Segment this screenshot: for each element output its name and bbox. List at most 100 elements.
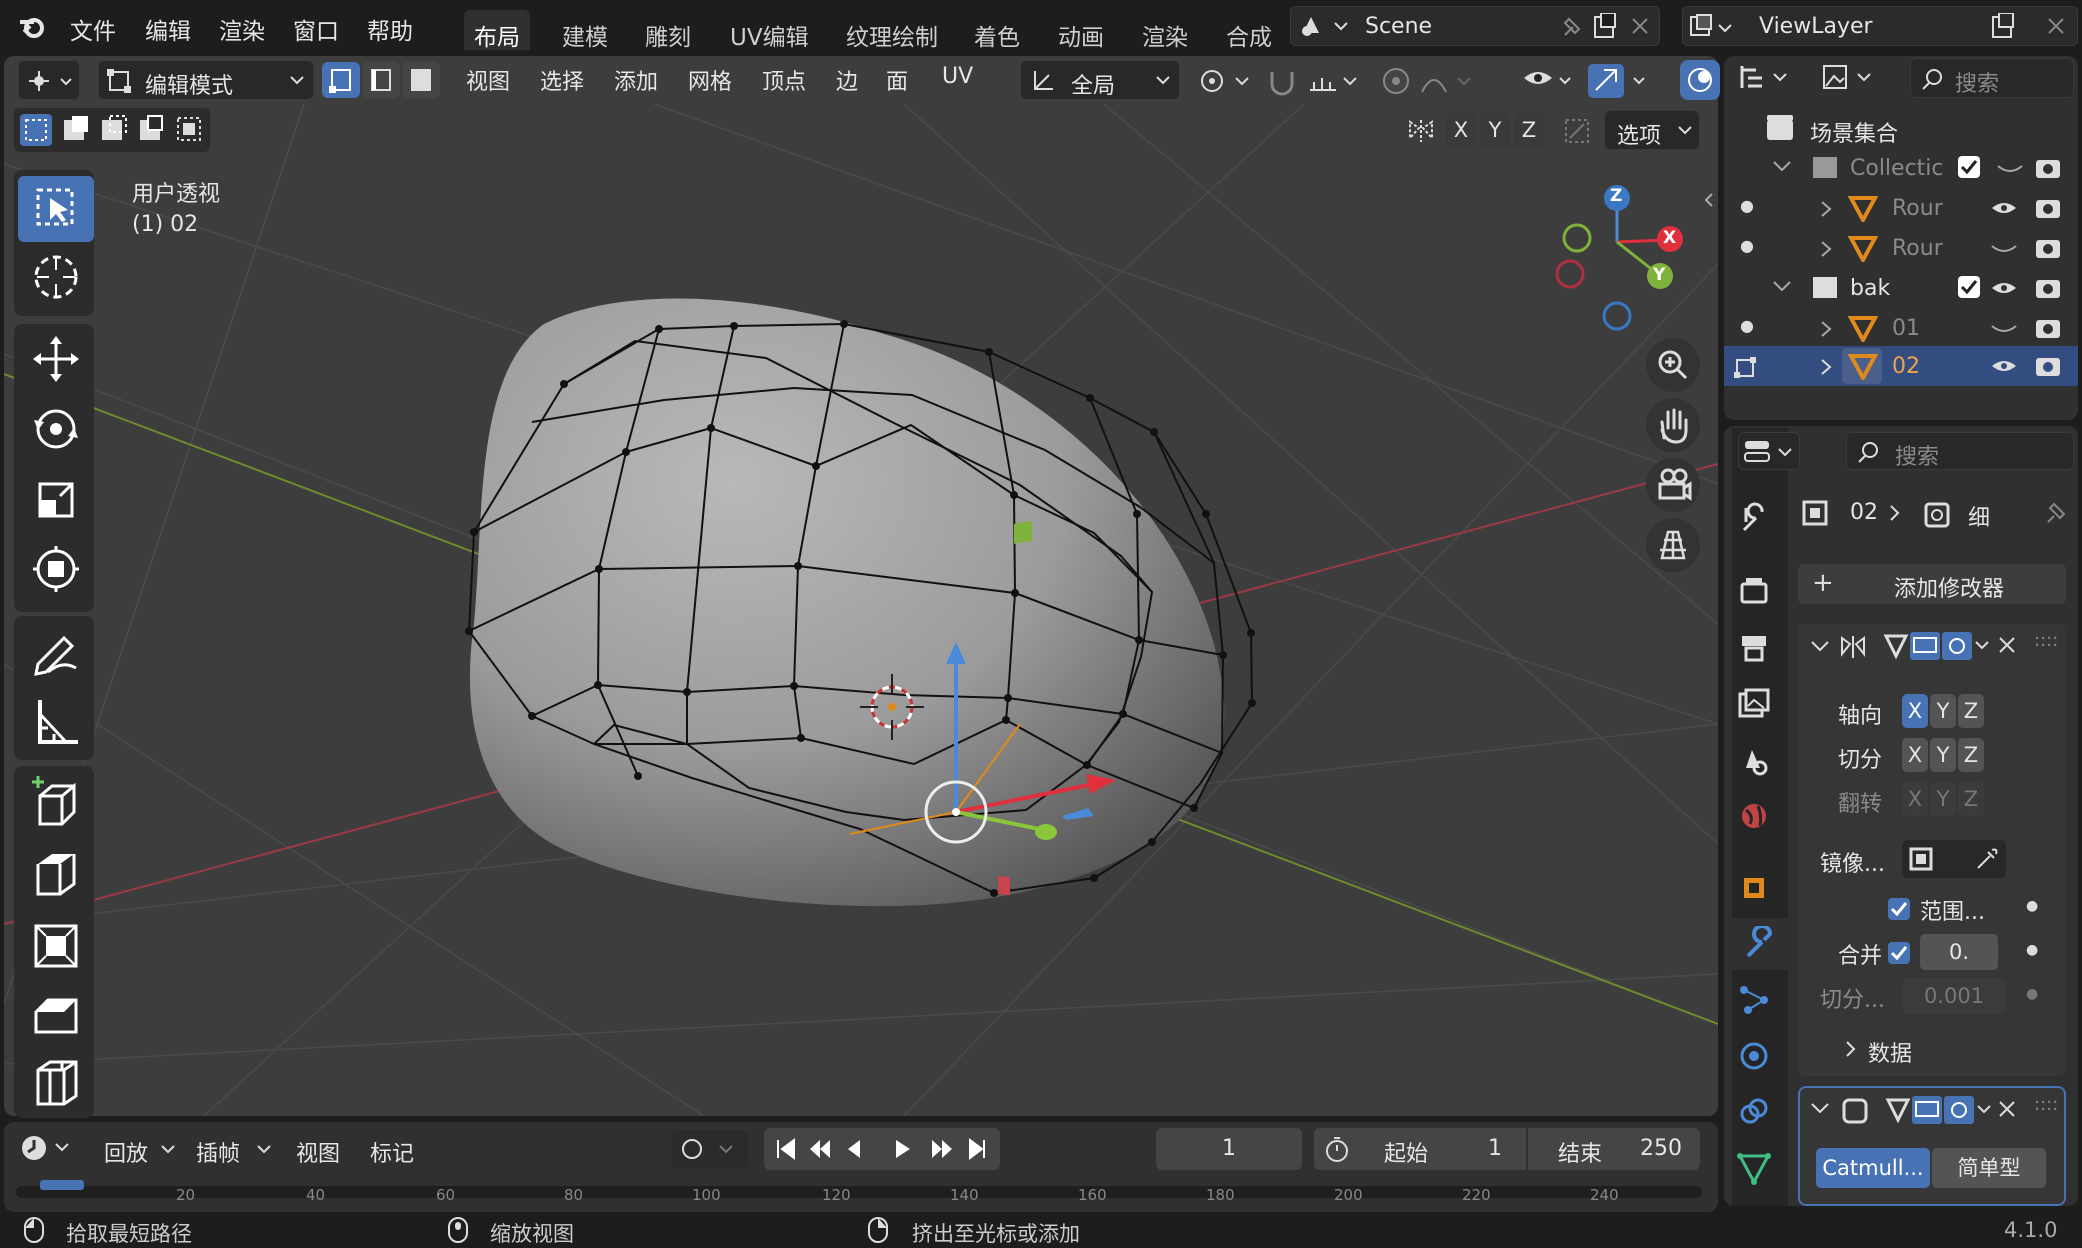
tab-animation[interactable]: 动画 (1048, 10, 1114, 51)
playhead-indicator[interactable] (40, 1180, 84, 1190)
menu-vertex[interactable]: 顶点 (762, 64, 806, 96)
flip-y-toggle[interactable]: Y (1930, 782, 1956, 816)
collection-include-checkbox[interactable] (1958, 276, 1980, 298)
outliner-filter-button[interactable] (1816, 60, 1892, 96)
extrude-tool[interactable] (18, 842, 94, 908)
bisect-x-toggle[interactable]: X (1902, 738, 1928, 772)
outliner-row-mesh[interactable]: ● Rour (1724, 228, 2078, 268)
chevron-right-icon[interactable] (1818, 358, 1834, 376)
menu-mesh[interactable]: 网格 (688, 64, 732, 96)
chevron-down-icon[interactable] (1810, 1102, 1830, 1118)
blender-logo-icon[interactable] (18, 12, 48, 42)
modifier-tab-active[interactable] (1732, 918, 1788, 970)
eye-camera-icon[interactable] (1988, 196, 2074, 220)
menu-edit[interactable]: 编辑 (145, 12, 191, 46)
editor-type-button[interactable] (18, 60, 80, 100)
tool-settings-tab-icon[interactable] (1736, 502, 1772, 538)
keyframe-dot-icon[interactable]: ● (2026, 898, 2038, 914)
output-tab-icon[interactable] (1736, 630, 1772, 666)
cursor-tool[interactable] (18, 244, 94, 310)
keying-menu[interactable]: 插帧 (188, 1130, 278, 1168)
pin-icon[interactable] (2040, 498, 2070, 528)
drag-handle-icon[interactable]: :::: (2034, 630, 2058, 651)
menu-help[interactable]: 帮助 (367, 12, 413, 46)
measure-tool[interactable] (18, 688, 94, 754)
modifier-visibility-toggles-icon[interactable] (1882, 628, 1992, 664)
add-modifier-button[interactable]: + 添加修改器 (1798, 564, 2066, 604)
edge-select-button[interactable] (362, 62, 400, 98)
menu-view[interactable]: 视图 (466, 64, 510, 96)
outliner-scene-collection[interactable]: 场景集合 (1724, 108, 2078, 148)
transform-tool[interactable] (18, 536, 94, 602)
add-cube-tool[interactable] (18, 770, 94, 836)
mirror-object-field[interactable] (1902, 840, 2006, 878)
outliner-row-collection[interactable]: bak (1724, 268, 2078, 308)
perspective-toggle-button[interactable] (1646, 518, 1700, 572)
collection-include-checkbox[interactable] (1958, 156, 1980, 178)
start-frame-value[interactable]: 1 (1488, 1136, 1502, 1161)
tab-shading[interactable]: 着色 (964, 10, 1030, 51)
outliner-row-mesh-selected[interactable]: 02 (1724, 346, 2078, 386)
move-tool[interactable] (18, 326, 94, 392)
tab-texture-paint[interactable]: 纹理绘制 (836, 10, 948, 51)
eye-camera-icon[interactable] (1988, 354, 2074, 378)
loop-cut-tool[interactable] (18, 1050, 94, 1116)
tab-sculpting[interactable]: 雕刻 (635, 10, 701, 51)
properties-search[interactable]: 搜索 (1846, 432, 2074, 470)
chevron-down-icon[interactable] (1772, 280, 1792, 296)
playback-menu[interactable]: 回放 (96, 1130, 182, 1168)
data-subpanel-label[interactable]: 数据 (1868, 1036, 1912, 1068)
timeline-ruler[interactable]: 20 40 60 80 100 120 140 160 180 200 220 … (16, 1180, 1702, 1204)
physics-tab-icon[interactable] (1736, 1038, 1772, 1074)
keyframe-dot-icon[interactable]: ● (2026, 942, 2038, 958)
navigation-gizmo[interactable] (1555, 185, 1683, 331)
scene-actions-icon[interactable] (1559, 13, 1655, 41)
simple-subdivision-button[interactable]: 简单型 (1932, 1148, 2046, 1188)
timeline-editor-type[interactable] (14, 1128, 80, 1168)
chevron-down-icon[interactable] (1810, 640, 1830, 656)
hidden-eye-camera-icon[interactable] (1988, 316, 2074, 340)
scene-canvas[interactable] (4, 104, 1718, 1116)
timeline-scrollbar[interactable] (16, 1186, 1702, 1198)
bevel-tool[interactable] (18, 982, 94, 1048)
drag-handle-icon[interactable]: :::: (2034, 1094, 2058, 1115)
playback-controls[interactable] (764, 1128, 1000, 1170)
menu-select[interactable]: 选择 (540, 64, 584, 96)
viewlayer-actions-icon[interactable] (1989, 13, 2073, 41)
tab-compositing[interactable]: 合成 (1216, 10, 1282, 51)
pan-view-button[interactable] (1646, 398, 1700, 452)
proportional-edit-icon[interactable] (1378, 64, 1478, 98)
outliner-search[interactable]: 搜索 (1910, 58, 2074, 98)
outliner-row-collection[interactable]: Collectic (1724, 148, 2078, 188)
overlay-visibility-icon[interactable] (1520, 64, 1660, 98)
axis-x-toggle[interactable]: X (1902, 694, 1928, 728)
bisect-z-toggle[interactable]: Z (1958, 738, 1984, 772)
annotate-tool[interactable] (18, 620, 94, 686)
chevron-right-icon[interactable] (1818, 320, 1834, 338)
chevron-right-icon[interactable] (1818, 200, 1834, 218)
catmull-clark-button[interactable]: Catmull... (1816, 1148, 1930, 1188)
clipping-checkbox[interactable] (1888, 898, 1910, 920)
end-frame-value[interactable]: 250 (1640, 1136, 1682, 1161)
auto-keying-toggle[interactable] (672, 1130, 748, 1168)
sidebar-toggle-icon[interactable] (1702, 190, 1716, 210)
face-select-button[interactable] (402, 62, 440, 98)
menu-uv[interactable]: UV (942, 64, 973, 89)
viewlayer-selector[interactable]: ViewLayer (1682, 6, 2078, 46)
zoom-view-button[interactable] (1646, 338, 1700, 392)
tab-modeling[interactable]: 建模 (552, 10, 618, 51)
merge-checkbox[interactable] (1888, 942, 1910, 964)
hidden-eye-camera-icon[interactable] (1994, 156, 2074, 180)
hidden-eye-camera-icon[interactable] (1988, 236, 2074, 260)
menu-edge[interactable]: 边 (836, 64, 858, 96)
chevron-down-icon[interactable] (1772, 160, 1792, 176)
chevron-right-icon[interactable] (1844, 1040, 1858, 1060)
transform-orientation-selector[interactable]: 全局 (1020, 60, 1180, 100)
select-box-tool[interactable] (18, 176, 94, 242)
tab-layout[interactable]: 布局 (464, 10, 530, 51)
outliner-display-mode[interactable] (1736, 60, 1810, 96)
world-tab-icon[interactable] (1736, 798, 1772, 834)
data-tab-icon[interactable] (1736, 1150, 1772, 1186)
mesh-object-02[interactable] (469, 298, 1225, 907)
modifier-visibility-toggles-icon[interactable] (1884, 1092, 1994, 1128)
